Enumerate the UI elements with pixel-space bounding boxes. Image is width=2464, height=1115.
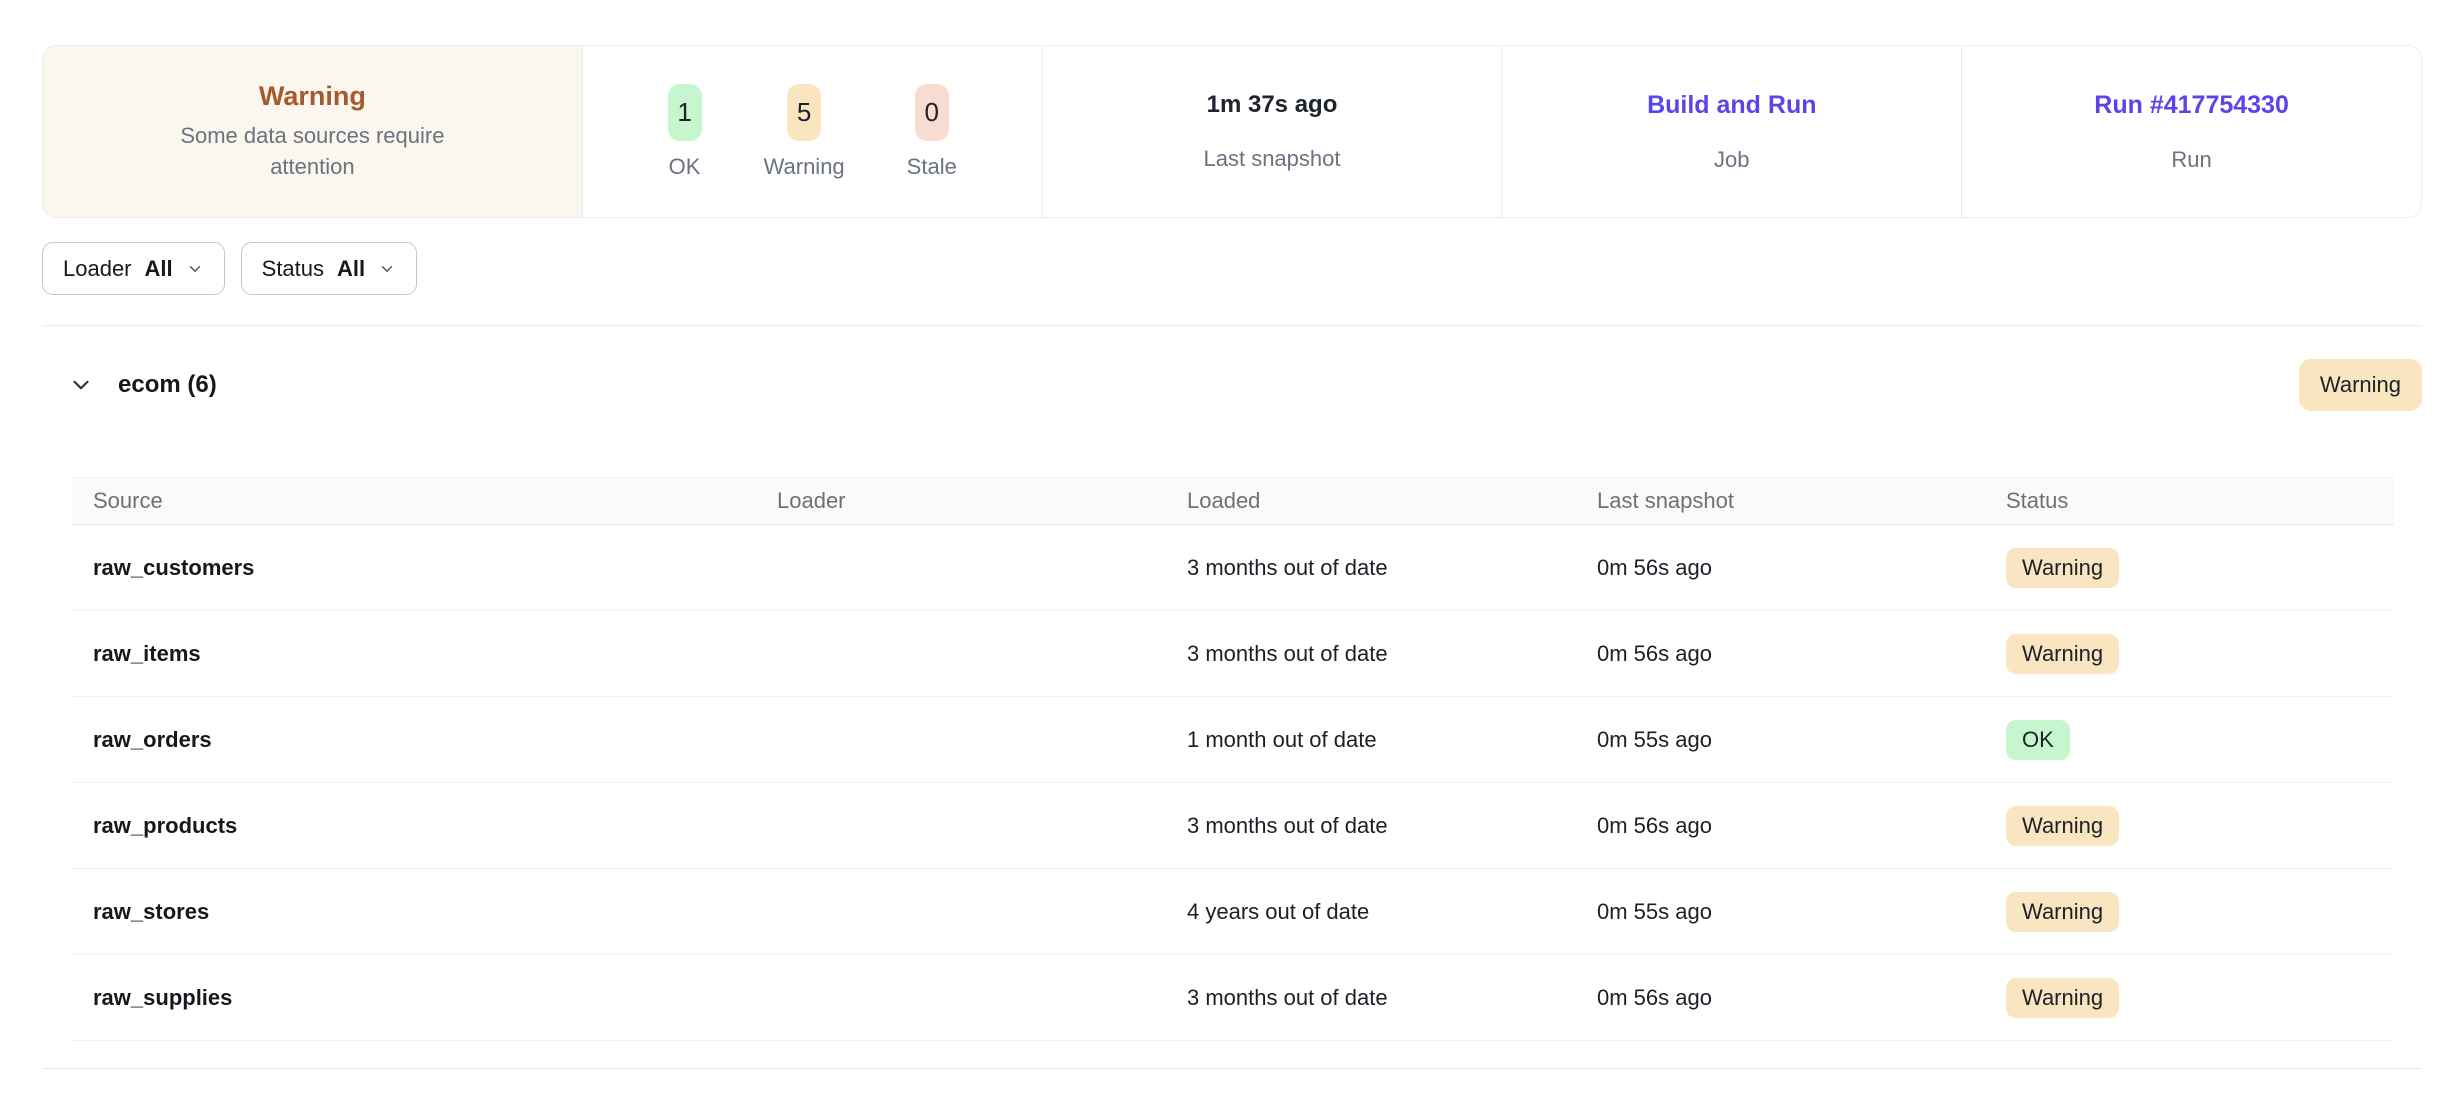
last-snapshot-cell: 0m 56s ago: [1597, 641, 2006, 667]
data-sources-table: Source Loader Loaded Last snapshot Statu…: [72, 477, 2394, 1041]
last-snapshot-cell: 0m 55s ago: [1597, 727, 2006, 753]
status-badge: Warning: [2006, 806, 2119, 846]
warning-count-badge: 5: [787, 84, 821, 141]
column-header-source: Source: [72, 488, 777, 514]
status-cell: Warning: [2006, 634, 2394, 674]
last-snapshot-cell: 0m 55s ago: [1597, 899, 2006, 925]
run-section: Run #417754330 Run: [1961, 46, 2421, 217]
loaded-cell: 3 months out of date: [1187, 985, 1597, 1011]
loaded-cell: 3 months out of date: [1187, 813, 1597, 839]
run-link[interactable]: Run #417754330: [2094, 91, 2289, 120]
last-snapshot-label: Last snapshot: [1204, 146, 1341, 172]
status-badge: Warning: [2006, 892, 2119, 932]
source-cell: raw_supplies: [72, 985, 777, 1011]
run-label: Run: [2171, 147, 2211, 173]
table-row[interactable]: raw_customers 3 months out of date 0m 56…: [72, 525, 2394, 611]
status-badge: Warning: [2006, 978, 2119, 1018]
chevron-down-icon: [378, 260, 396, 278]
status-filter-label: Status: [262, 256, 324, 282]
status-filter-value: All: [337, 256, 365, 282]
stat-warning: 5 Warning: [764, 84, 845, 180]
source-cell: raw_products: [72, 813, 777, 839]
table-row[interactable]: raw_products 3 months out of date 0m 56s…: [72, 783, 2394, 869]
status-cell: Warning: [2006, 978, 2394, 1018]
loaded-cell: 3 months out of date: [1187, 641, 1597, 667]
overall-status-section: Warning Some data sources require attent…: [43, 46, 582, 217]
group-title: ecom (6): [118, 371, 217, 399]
table-row[interactable]: raw_items 3 months out of date 0m 56s ag…: [72, 611, 2394, 697]
loader-filter-label: Loader: [63, 256, 132, 282]
loader-filter-dropdown[interactable]: Loader All: [42, 242, 225, 295]
stale-count-label: Stale: [907, 154, 957, 180]
filters-divider: [42, 325, 2422, 326]
job-link[interactable]: Build and Run: [1647, 91, 1816, 120]
source-cell: raw_customers: [72, 555, 777, 581]
stat-ok: 1 OK: [668, 84, 702, 180]
bottom-divider: [42, 1068, 2422, 1069]
status-cell: Warning: [2006, 548, 2394, 588]
ok-count-badge: 1: [668, 84, 702, 141]
data-sources-page: Warning Some data sources require attent…: [0, 45, 2464, 1069]
overall-status-subtitle: Some data sources require attention: [157, 121, 467, 183]
column-header-loaded: Loaded: [1187, 488, 1597, 514]
column-header-last-snapshot: Last snapshot: [1597, 488, 2006, 514]
loader-filter-value: All: [145, 256, 173, 282]
group-status-badge: Warning: [2299, 359, 2422, 411]
chevron-down-icon: [68, 372, 94, 398]
summary-card: Warning Some data sources require attent…: [42, 45, 2422, 218]
stat-stale: 0 Stale: [907, 84, 957, 180]
warning-count-label: Warning: [764, 154, 845, 180]
chevron-down-icon: [186, 260, 204, 278]
column-header-status: Status: [2006, 488, 2394, 514]
job-section: Build and Run Job: [1501, 46, 1961, 217]
status-counts-section: 1 OK 5 Warning 0 Stale: [582, 46, 1042, 217]
ok-count-label: OK: [669, 154, 701, 180]
table-row[interactable]: raw_stores 4 years out of date 0m 55s ag…: [72, 869, 2394, 955]
last-snapshot-cell: 0m 56s ago: [1597, 555, 2006, 581]
source-cell: raw_stores: [72, 899, 777, 925]
status-badge: Warning: [2006, 548, 2119, 588]
loaded-cell: 3 months out of date: [1187, 555, 1597, 581]
filters-bar: Loader All Status All: [42, 242, 2422, 295]
status-badge: OK: [2006, 720, 2070, 760]
status-cell: OK: [2006, 720, 2394, 760]
table-row[interactable]: raw_orders 1 month out of date 0m 55s ag…: [72, 697, 2394, 783]
loaded-cell: 1 month out of date: [1187, 727, 1597, 753]
status-cell: Warning: [2006, 892, 2394, 932]
stale-count-badge: 0: [915, 84, 949, 141]
last-snapshot-cell: 0m 56s ago: [1597, 985, 2006, 1011]
last-snapshot-cell: 0m 56s ago: [1597, 813, 2006, 839]
column-header-loader: Loader: [777, 488, 1187, 514]
overall-status-title: Warning: [259, 81, 366, 112]
last-snapshot-value: 1m 37s ago: [1207, 91, 1338, 119]
status-badge: Warning: [2006, 634, 2119, 674]
status-cell: Warning: [2006, 806, 2394, 846]
group-collapse-toggle[interactable]: ecom (6): [68, 371, 217, 399]
status-filter-dropdown[interactable]: Status All: [241, 242, 418, 295]
table-header-row: Source Loader Loaded Last snapshot Statu…: [72, 477, 2394, 525]
job-label: Job: [1714, 147, 1749, 173]
last-snapshot-section: 1m 37s ago Last snapshot: [1042, 46, 1502, 217]
group-header-ecom: ecom (6) Warning: [42, 357, 2422, 413]
source-cell: raw_items: [72, 641, 777, 667]
table-row[interactable]: raw_supplies 3 months out of date 0m 56s…: [72, 955, 2394, 1041]
source-cell: raw_orders: [72, 727, 777, 753]
loaded-cell: 4 years out of date: [1187, 899, 1597, 925]
